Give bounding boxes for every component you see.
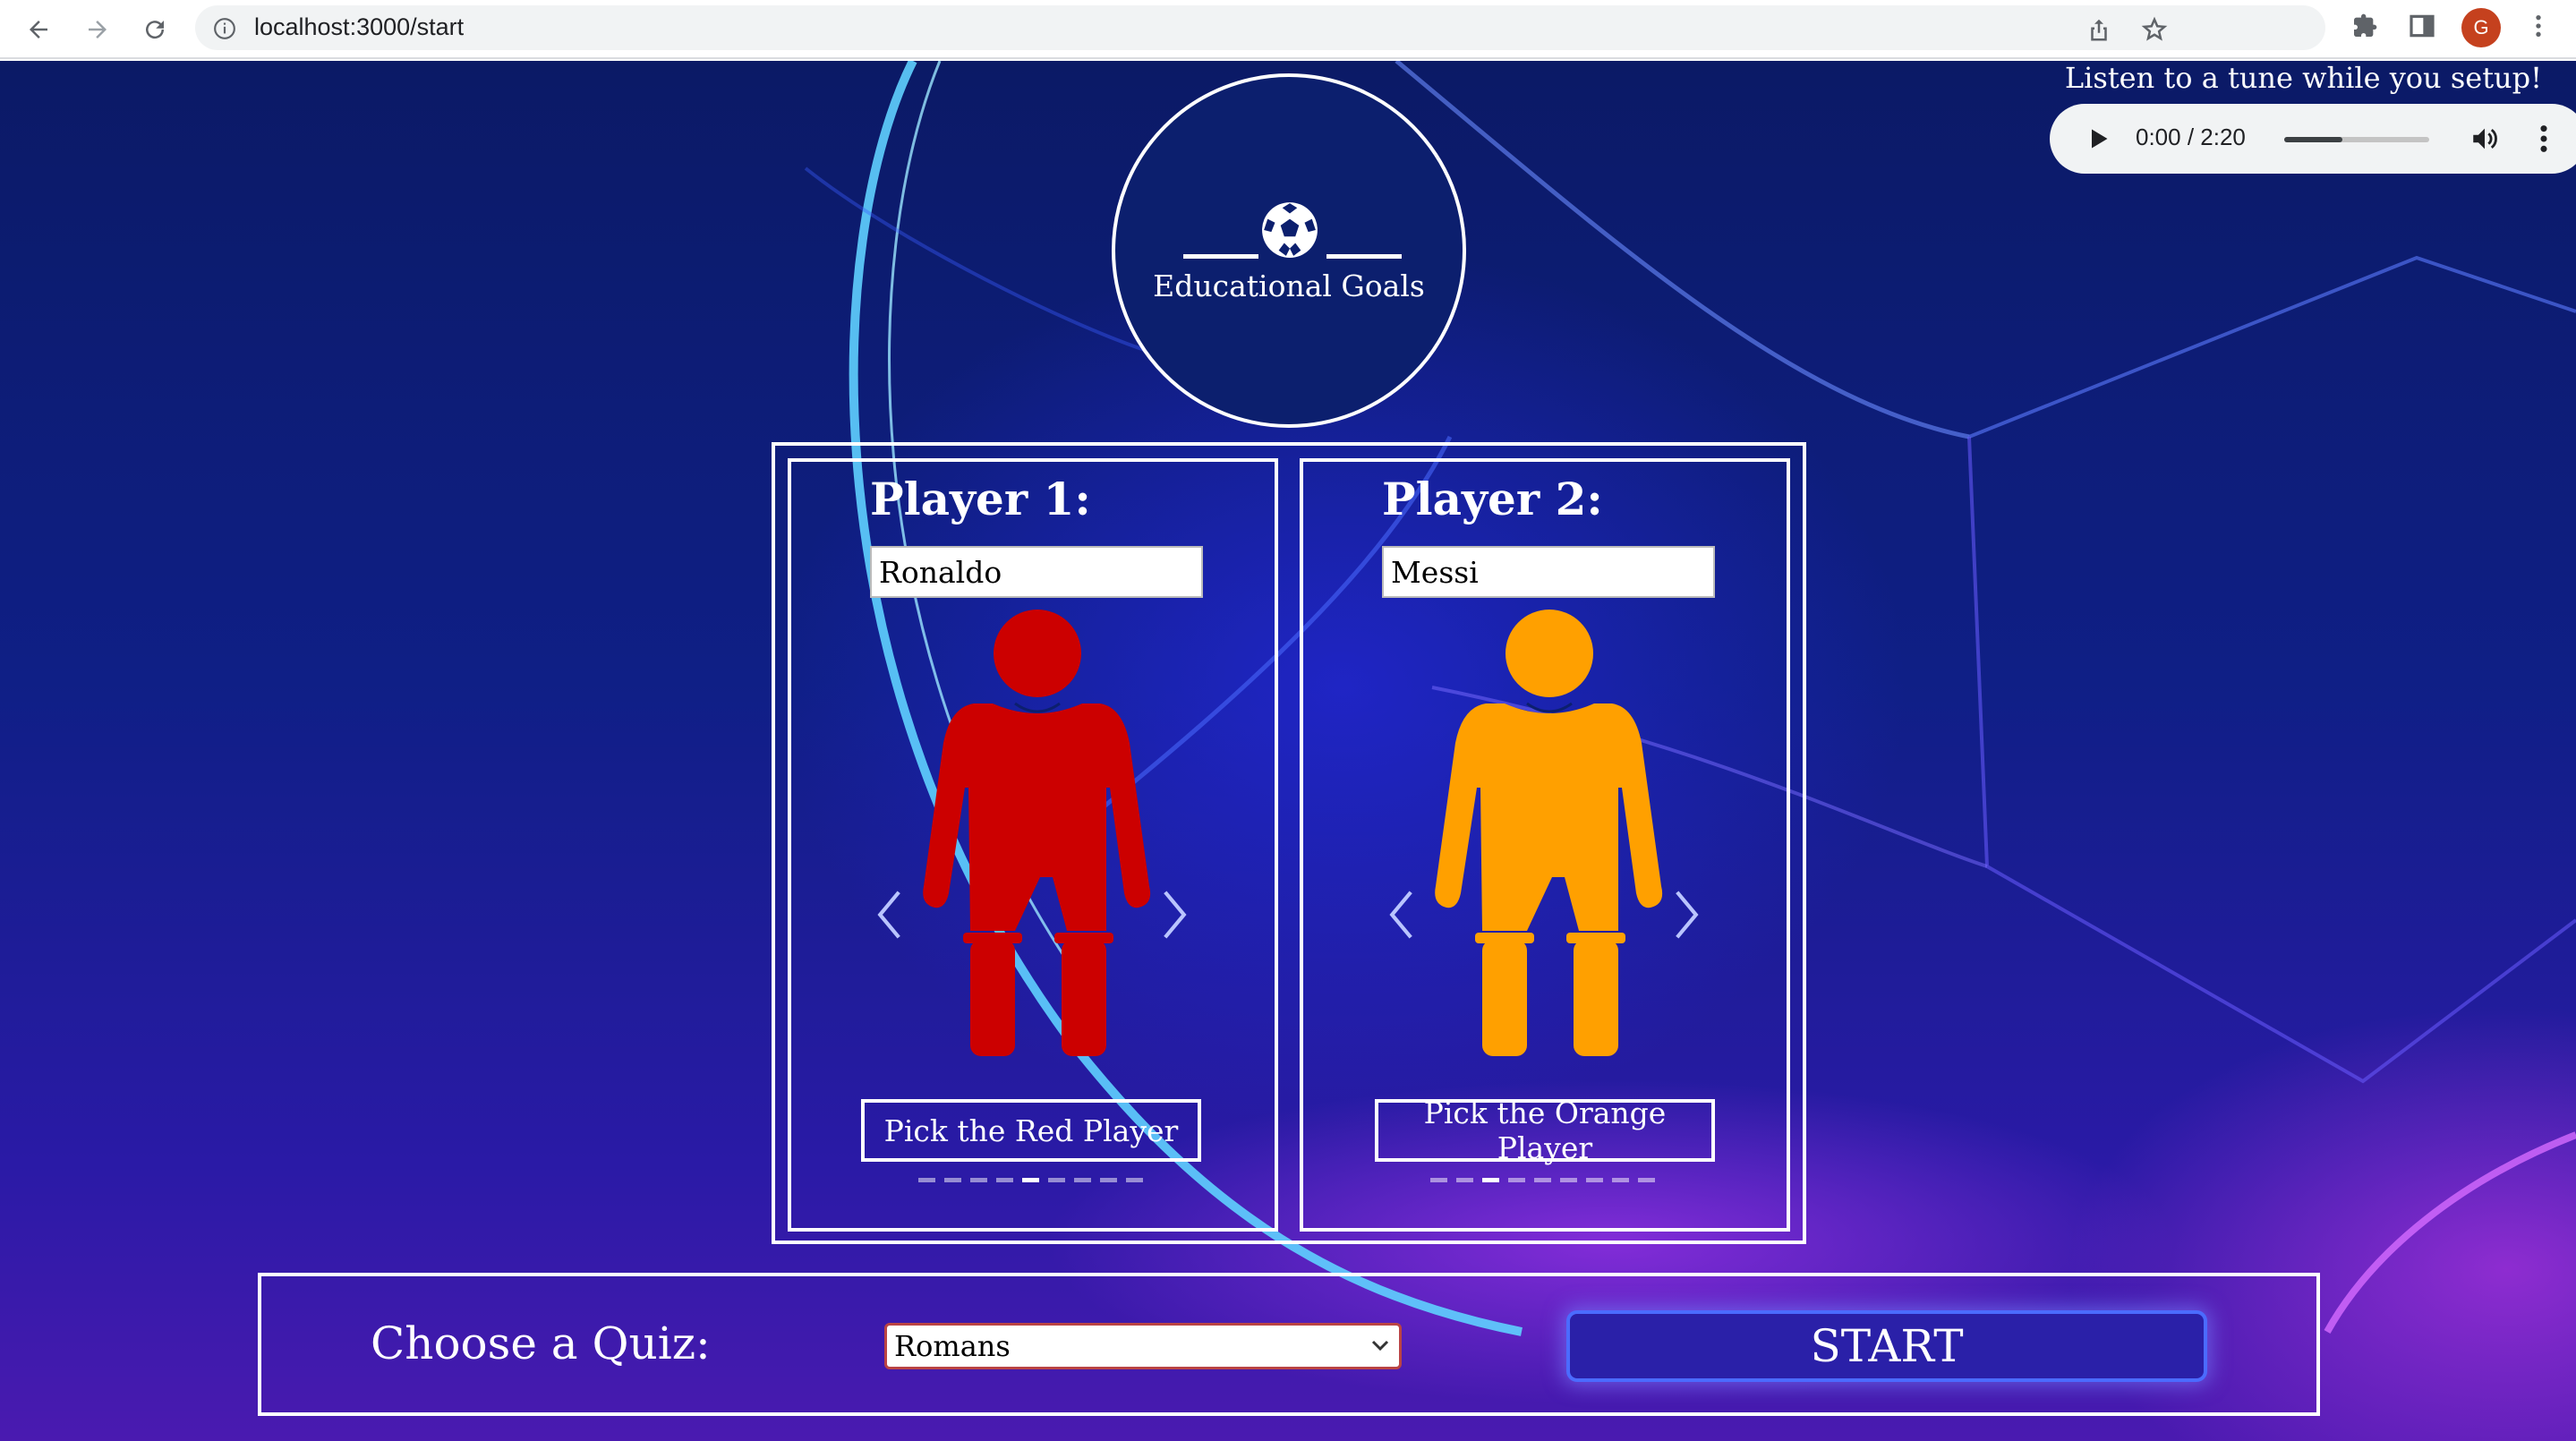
profile-avatar[interactable]: G (2461, 8, 2501, 47)
player-2-title: Player 2: (1382, 473, 1603, 525)
browser-menu-icon[interactable] (2524, 12, 2553, 40)
logo-line-right (1326, 254, 1402, 259)
carousel-dot[interactable] (1126, 1178, 1143, 1182)
audio-progress-fill (2284, 137, 2342, 142)
volume-icon[interactable] (2469, 124, 2501, 154)
player-2-next-arrow-icon[interactable] (1672, 890, 1702, 940)
side-panel-icon[interactable] (2408, 12, 2436, 40)
carousel-dot[interactable] (1048, 1178, 1065, 1182)
educational-goals-logo: Educational Goals (1112, 73, 1466, 428)
info-icon[interactable] (213, 17, 236, 40)
quiz-selected-value: Romans (894, 1329, 1011, 1363)
player-2-prev-arrow-icon[interactable] (1386, 890, 1416, 940)
orange-player-figure (1435, 610, 1663, 1056)
player-1-title: Player 1: (870, 473, 1091, 525)
carousel-dot[interactable] (1638, 1178, 1655, 1182)
logo-line-left (1183, 254, 1258, 259)
player-1-next-arrow-icon[interactable] (1160, 890, 1190, 940)
player-2-carousel-dots (1430, 1178, 1655, 1182)
quiz-bar: Choose a Quiz: Romans START (258, 1273, 2320, 1416)
soccer-ball-icon (1262, 202, 1318, 258)
player-2-name-input[interactable] (1382, 546, 1715, 598)
reload-button[interactable] (134, 9, 175, 50)
chevron-down-icon (1371, 1340, 1389, 1351)
carousel-dot[interactable] (1586, 1178, 1603, 1182)
start-page: Educational Goals Listen to a tune while… (0, 61, 2576, 1441)
play-icon[interactable] (2086, 126, 2111, 151)
back-arrow-icon (30, 21, 47, 38)
logo-title: Educational Goals (1153, 269, 1425, 303)
quiz-label: Choose a Quiz: (371, 1317, 711, 1369)
audio-time: 0:00 / 2:20 (2136, 124, 2246, 150)
back-button[interactable] (18, 9, 59, 50)
carousel-dot[interactable] (1022, 1178, 1039, 1182)
pick-red-player-button[interactable]: Pick the Red Player (861, 1099, 1201, 1162)
carousel-dot[interactable] (918, 1178, 935, 1182)
start-button[interactable]: START (1566, 1310, 2207, 1382)
player-1-card: Player 1: Pick the Red Player (788, 458, 1278, 1232)
extensions-puzzle-icon[interactable] (2350, 12, 2379, 40)
forward-arrow-icon (89, 21, 107, 38)
players-frame: Player 1: Pick the Red Player Player 2: (772, 442, 1806, 1244)
carousel-dot[interactable] (944, 1178, 961, 1182)
quiz-select[interactable]: Romans (884, 1323, 1402, 1369)
player-2-figure (1435, 610, 1663, 1056)
forward-button[interactable] (77, 9, 118, 50)
red-player-figure (923, 610, 1151, 1056)
audio-label: Listen to a tune while you setup! (2064, 61, 2542, 95)
audio-more-icon[interactable] (2538, 124, 2549, 154)
bookmark-star-icon[interactable] (2141, 16, 2168, 43)
carousel-dot[interactable] (970, 1178, 987, 1182)
carousel-dot[interactable] (1560, 1178, 1577, 1182)
player-2-card: Player 2: Pick the Orange Player (1300, 458, 1790, 1232)
url-text: localhost:3000/start (254, 13, 465, 40)
carousel-dot[interactable] (1482, 1178, 1499, 1182)
carousel-dot[interactable] (1074, 1178, 1091, 1182)
pick-orange-player-button[interactable]: Pick the Orange Player (1375, 1096, 1715, 1165)
carousel-dot[interactable] (1430, 1178, 1447, 1182)
player-1-prev-arrow-icon[interactable] (874, 890, 904, 940)
browser-toolbar: localhost:3000/start G (0, 0, 2576, 59)
address-bar[interactable]: localhost:3000/start (195, 5, 2325, 50)
player-1-carousel-dots (918, 1178, 1143, 1182)
carousel-dot[interactable] (1508, 1178, 1525, 1182)
carousel-dot[interactable] (1612, 1178, 1629, 1182)
carousel-dot[interactable] (1456, 1178, 1473, 1182)
carousel-dot[interactable] (996, 1178, 1013, 1182)
carousel-dot[interactable] (1534, 1178, 1551, 1182)
audio-player[interactable]: 0:00 / 2:20 (2050, 104, 2576, 174)
reload-icon (146, 21, 165, 39)
player-1-name-input[interactable] (870, 546, 1203, 598)
player-1-figure (923, 610, 1151, 1056)
audio-seek-slider[interactable] (2284, 137, 2429, 142)
share-icon[interactable] (2086, 16, 2112, 43)
carousel-dot[interactable] (1100, 1178, 1117, 1182)
